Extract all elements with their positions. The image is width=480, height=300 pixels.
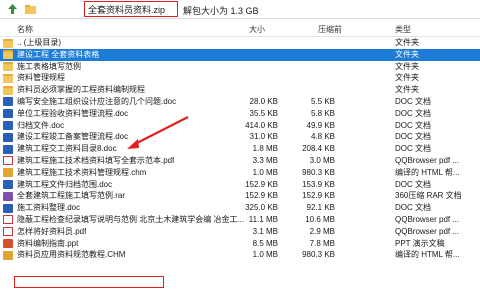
annotation-arrow — [127, 116, 189, 149]
annotation-highlight-box — [14, 276, 164, 288]
